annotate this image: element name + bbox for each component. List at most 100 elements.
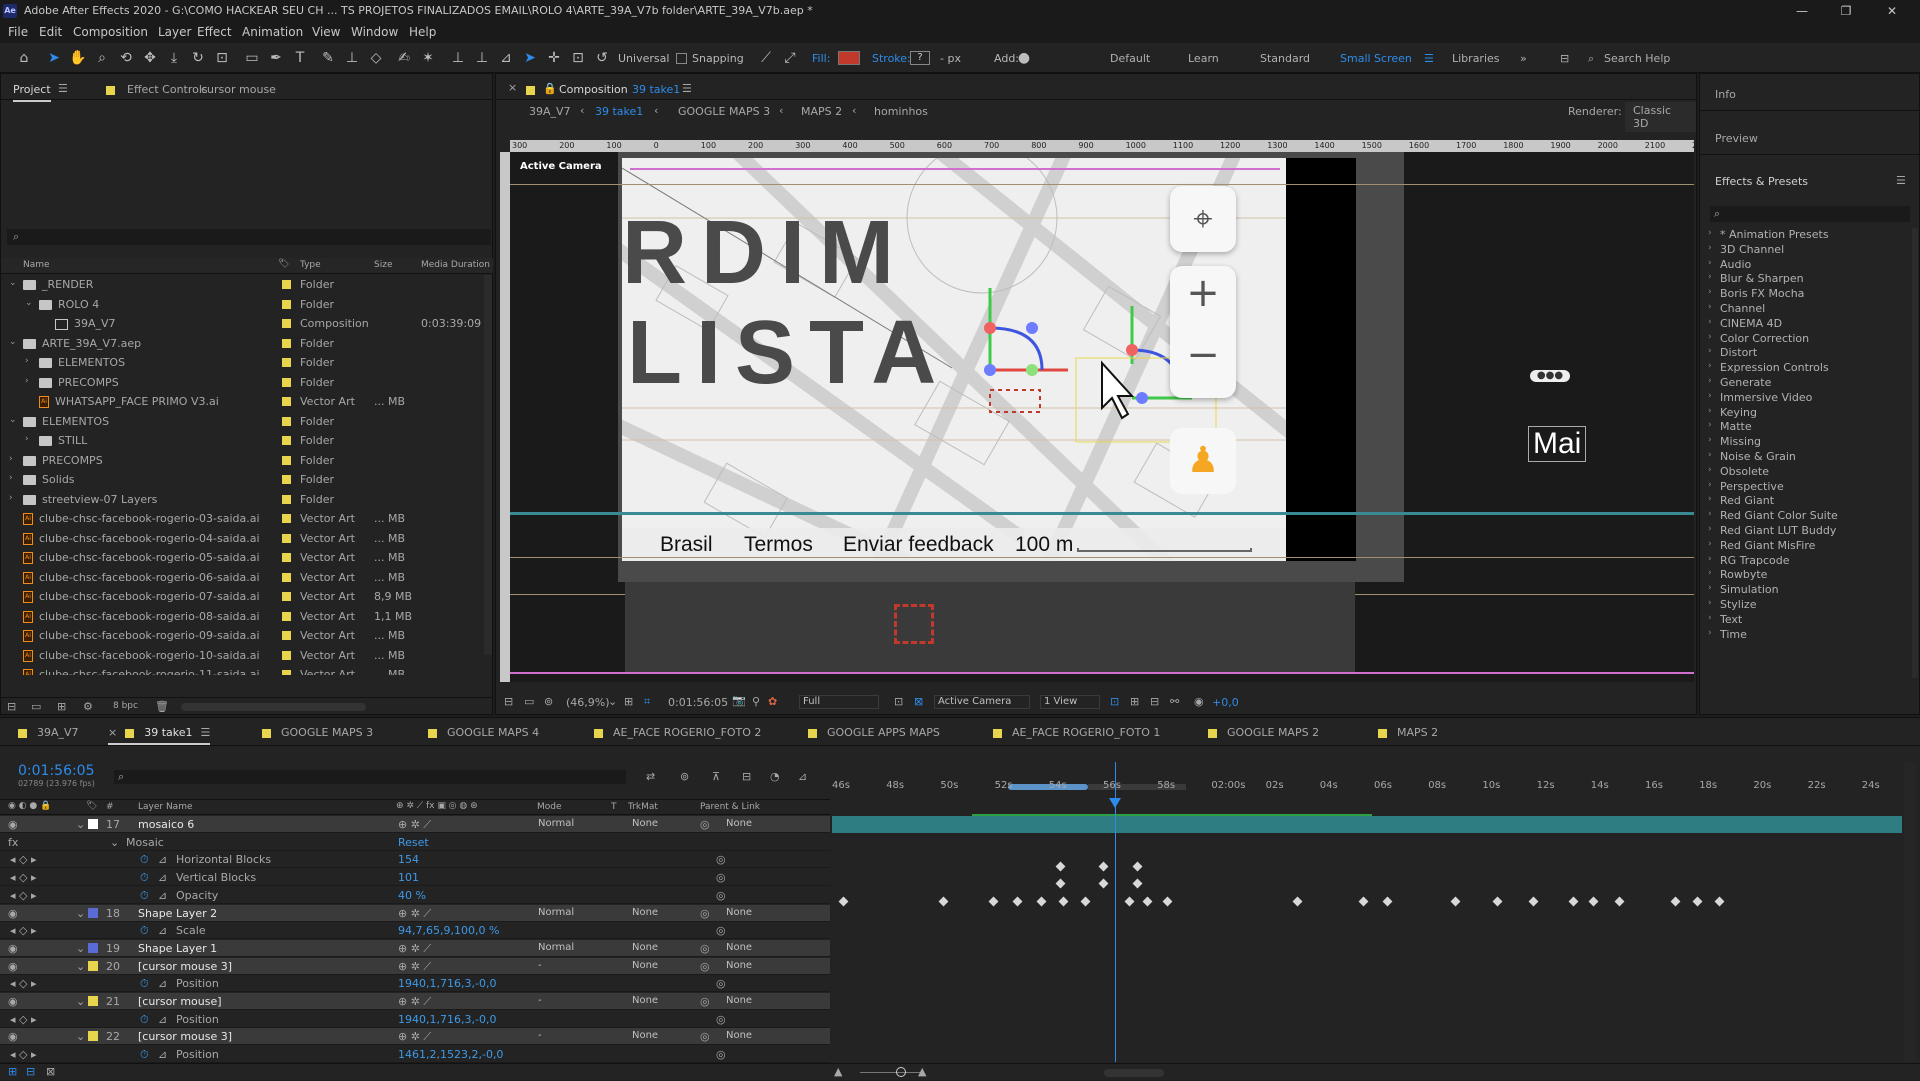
layer-name[interactable]: Shape Layer 1 — [138, 942, 217, 955]
expression-pick-whip-icon[interactable]: ◎ — [716, 889, 726, 902]
layer-label-swatch[interactable] — [88, 907, 98, 918]
pick-whip-icon[interactable]: ◎ — [700, 942, 710, 955]
effects-scrollbar[interactable] — [1912, 228, 1918, 678]
project-settings-icon[interactable]: ⚙ — [83, 700, 93, 713]
keyframe[interactable] — [1492, 896, 1503, 907]
breadcrumb-39a-v7[interactable]: 39A_V7 — [529, 105, 571, 118]
hide-shy-layers-icon[interactable]: ⊼ — [712, 770, 720, 783]
timeline-icon[interactable]: ⊟ — [1150, 695, 1159, 708]
workspace-small-screen[interactable]: Small Screen — [1340, 52, 1412, 65]
expand-icon[interactable]: › — [1708, 435, 1712, 445]
composition-tab-name[interactable]: 39 take1 — [632, 83, 680, 96]
keyframe-navigator-icon[interactable]: ◂ ◇ ▸ — [10, 853, 37, 866]
workspace-standard[interactable]: Standard — [1260, 52, 1310, 65]
keyframe[interactable] — [1568, 896, 1579, 907]
lock-icon[interactable]: 🔒 — [543, 82, 557, 95]
hand-tool-icon[interactable]: ✋ — [68, 48, 88, 68]
layer-label-swatch[interactable] — [88, 1031, 98, 1042]
expand-icon[interactable]: › — [1708, 420, 1712, 430]
expand-icon[interactable]: › — [1708, 450, 1712, 460]
search-help-field[interactable]: Search Help — [1604, 52, 1670, 65]
rotation-tool-icon[interactable]: ↻ — [188, 48, 208, 68]
reset-exposure-icon[interactable]: ◉ — [1194, 695, 1204, 708]
snap-options-icon[interactable]: ⟋ — [756, 48, 776, 68]
workspace-learn[interactable]: Learn — [1188, 52, 1219, 65]
keyframe-navigator-icon[interactable]: ◂ ◇ ▸ — [10, 924, 37, 937]
fast-preview-icon[interactable]: ⊡ — [894, 695, 903, 708]
keyframe[interactable] — [1382, 896, 1393, 907]
blend-mode-dropdown[interactable]: - — [534, 994, 602, 1008]
label-swatch[interactable] — [282, 572, 291, 582]
expand-icon[interactable]: › — [25, 434, 29, 444]
track-matte-dropdown[interactable]: None — [628, 994, 688, 1008]
timeline-tab[interactable]: GOOGLE MAPS 3 — [262, 726, 373, 739]
expand-icon[interactable]: › — [1708, 583, 1712, 593]
keyframe[interactable] — [1058, 896, 1069, 907]
stopwatch-icon[interactable]: ⏱ — [140, 871, 149, 885]
label-column-icon[interactable]: 🏷 — [86, 801, 97, 811]
menu-help[interactable]: Help — [409, 25, 436, 39]
draft-3d-icon[interactable]: ⊞ — [1130, 695, 1139, 708]
track-matte-dropdown[interactable]: None — [628, 1029, 688, 1044]
pick-whip-icon[interactable]: ◎ — [700, 960, 710, 973]
label-swatch[interactable] — [282, 670, 291, 675]
property-row[interactable]: ◂ ◇ ▸ ⏱ ⊿ Position 1940,1,716,3,-0,0 ◎ — [0, 1011, 830, 1028]
rotate-icon[interactable]: ↺ — [592, 48, 612, 68]
label-swatch[interactable] — [282, 280, 291, 289]
expand-icon[interactable]: › — [1708, 465, 1712, 475]
layer-switches[interactable]: ⊕ ✲ ⟋ — [398, 1030, 431, 1044]
expand-icon[interactable]: ⌄ — [9, 337, 17, 347]
current-time-display[interactable]: 0:01:56:05 — [668, 696, 728, 709]
label-swatch[interactable] — [282, 514, 291, 523]
motion-blur-icon[interactable]: ◔ — [770, 770, 780, 783]
expand-icon[interactable]: › — [1708, 258, 1712, 268]
mask-visibility-icon[interactable]: ⊚ — [544, 695, 553, 708]
project-item[interactable]: ⌄ ARTE_39A_V7.aep Folder — [1, 334, 481, 353]
grid-options-icon[interactable]: ⊞ — [624, 695, 633, 708]
label-swatch[interactable] — [282, 299, 291, 309]
expand-icon[interactable]: › — [1708, 287, 1712, 297]
scale-icon[interactable]: ⊡ — [568, 48, 588, 68]
brush-tool-icon[interactable]: ✎ — [318, 48, 338, 68]
project-tab[interactable]: Project — [13, 83, 51, 102]
menu-view[interactable]: View — [312, 25, 340, 39]
keyframe[interactable] — [1142, 896, 1153, 907]
layer-name[interactable]: mosaico 6 — [138, 818, 194, 831]
column-parent[interactable]: Parent & Link — [700, 802, 760, 812]
expand-icon[interactable]: › — [25, 356, 29, 366]
track-matte-dropdown[interactable]: None — [628, 940, 688, 955]
av-features-icon[interactable]: ◉ ◐ ● 🔒 — [8, 801, 51, 811]
effect-category[interactable]: Audio — [1720, 258, 1751, 271]
effect-category[interactable]: Stylize — [1720, 598, 1756, 611]
effect-category[interactable]: Matte — [1720, 420, 1752, 433]
property-value[interactable]: 1461,2,1523,2,-0,0 — [398, 1048, 503, 1061]
expand-icon[interactable]: ⌄ — [9, 415, 17, 425]
effect-category[interactable]: Perspective — [1720, 480, 1784, 493]
breadcrumb-maps-2[interactable]: MAPS 2 — [801, 105, 842, 118]
expand-icon[interactable]: › — [1708, 494, 1712, 504]
keyframe[interactable] — [1670, 896, 1681, 907]
blend-mode-dropdown[interactable]: - — [534, 1029, 602, 1044]
move-icon[interactable]: ✛ — [544, 48, 564, 68]
column-t[interactable]: T — [611, 802, 617, 812]
layer-name[interactable]: [cursor mouse 3] — [138, 1030, 232, 1043]
expand-icon[interactable]: › — [1708, 243, 1712, 253]
project-item[interactable]: › Solids Folder — [1, 470, 481, 489]
effects-menu-icon[interactable]: ☰ — [1896, 174, 1906, 187]
project-item[interactable]: Ai clube-chsc-facebook-rogerio-07-saida.a… — [1, 587, 481, 606]
keyframe[interactable] — [1614, 896, 1625, 907]
zoom-in-time-icon[interactable]: ▲ — [918, 1065, 926, 1078]
project-search-input[interactable]: ⌕ — [7, 229, 491, 245]
flowchart-icon[interactable]: ⚯ — [1170, 695, 1179, 708]
menu-file[interactable]: File — [8, 25, 28, 39]
project-item[interactable]: 39A_V7 Composition 0:03:39:09 — [1, 314, 481, 333]
keyframe[interactable] — [1588, 896, 1599, 907]
column-media-duration[interactable]: Media Duration — [421, 260, 490, 270]
expression-pick-whip-icon[interactable]: ◎ — [716, 853, 726, 866]
snap-extend-icon[interactable]: ⤢ — [780, 48, 800, 68]
label-swatch[interactable] — [282, 416, 291, 426]
keyframe[interactable] — [1292, 896, 1303, 907]
layer-row[interactable]: ◉ ⌄ 19 Shape Layer 1 ⊕ ✲ ⟋ Normal None ◎ None — [0, 939, 830, 957]
expand-icon[interactable]: ⌄ — [76, 960, 85, 973]
effect-category[interactable]: Time — [1720, 628, 1747, 641]
